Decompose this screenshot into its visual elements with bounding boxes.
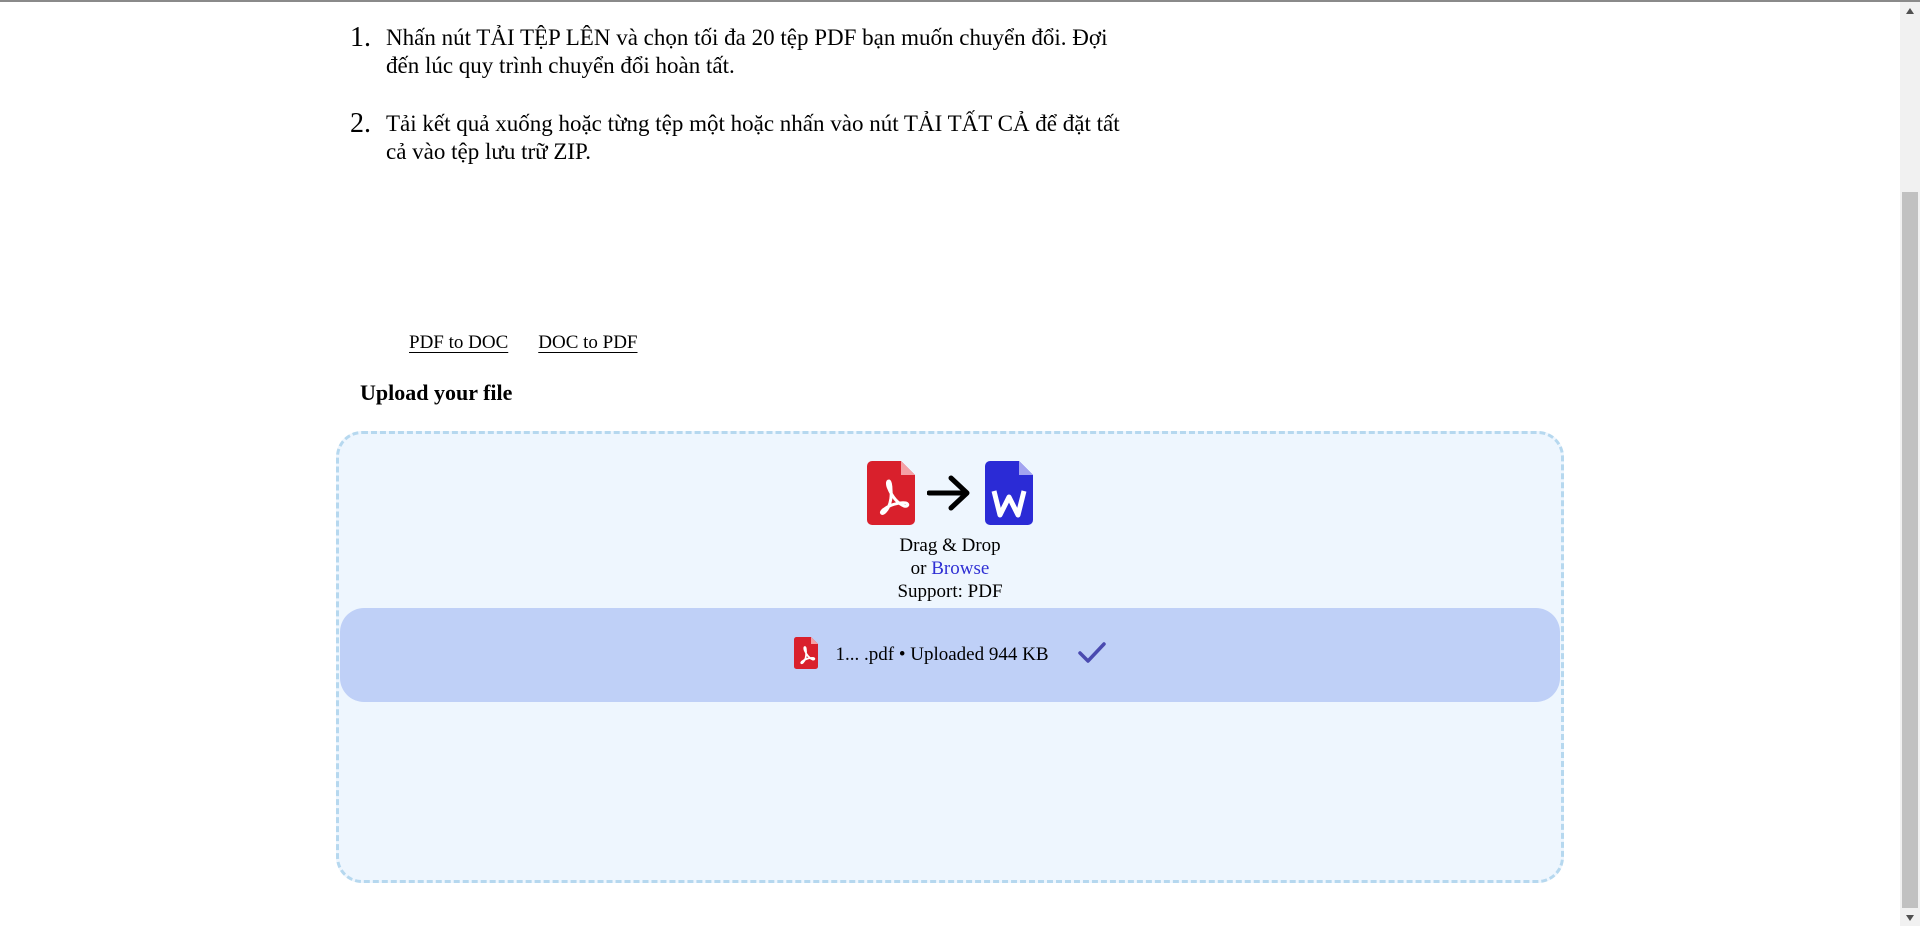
uploaded-file-row: 1... .pdf • Uploaded 944 KB: [340, 608, 1560, 702]
scroll-up-arrow-icon[interactable]: [1900, 2, 1920, 19]
arrow-right-icon: [926, 473, 973, 518]
file-dropzone[interactable]: Drag & Drop or Browse Support: PDF 1... …: [336, 431, 1564, 883]
support-label: Support: PDF: [897, 581, 1003, 602]
step-text-line-2: đến lúc quy trình chuyển đổi hoàn tất.: [386, 53, 735, 78]
tab-pdf-to-doc[interactable]: PDF to DOC: [409, 332, 508, 354]
browse-link[interactable]: Browse: [931, 558, 989, 579]
file-status-text: 1... .pdf • Uploaded 944 KB: [835, 644, 1049, 665]
top-border: [0, 0, 1920, 2]
tab-doc-to-pdf[interactable]: DOC to PDF: [538, 332, 637, 354]
drag-drop-label: Drag & Drop: [899, 535, 1001, 556]
conversion-icons: [339, 461, 1561, 530]
step-text-line-2: cả vào tệp lưu trữ ZIP.: [386, 139, 592, 164]
conversion-tabs: PDF to DOC DOC to PDF: [409, 332, 638, 354]
scrollbar-thumb[interactable]: [1902, 192, 1918, 908]
pdf-file-icon: [793, 636, 818, 674]
instruction-step-2: 2. Tải kết quả xuống hoặc từng tệp một h…: [348, 110, 1208, 166]
browse-line: or Browse: [339, 557, 1561, 580]
step-text-line-1: Nhấn nút TẢI TỆP LÊN và chọn tối đa 20 t…: [386, 25, 1108, 50]
or-label: or: [910, 558, 927, 579]
instruction-step-1: 1. Nhấn nút TẢI TỆP LÊN và chọn tối đa 2…: [348, 24, 1208, 80]
instruction-list: 1. Nhấn nút TẢI TỆP LÊN và chọn tối đa 2…: [348, 24, 1208, 196]
scroll-down-arrow-icon[interactable]: [1900, 909, 1920, 926]
checkmark-icon: [1077, 641, 1107, 670]
pdf-file-icon: [867, 461, 915, 530]
step-text-line-1: Tải kết quả xuống hoặc từng tệp một hoặc…: [386, 111, 1120, 136]
word-file-icon: [985, 461, 1033, 530]
step-number: 1.: [350, 22, 371, 53]
upload-heading: Upload your file: [360, 380, 513, 405]
step-number: 2.: [350, 108, 371, 139]
vertical-scrollbar[interactable]: [1900, 2, 1920, 926]
